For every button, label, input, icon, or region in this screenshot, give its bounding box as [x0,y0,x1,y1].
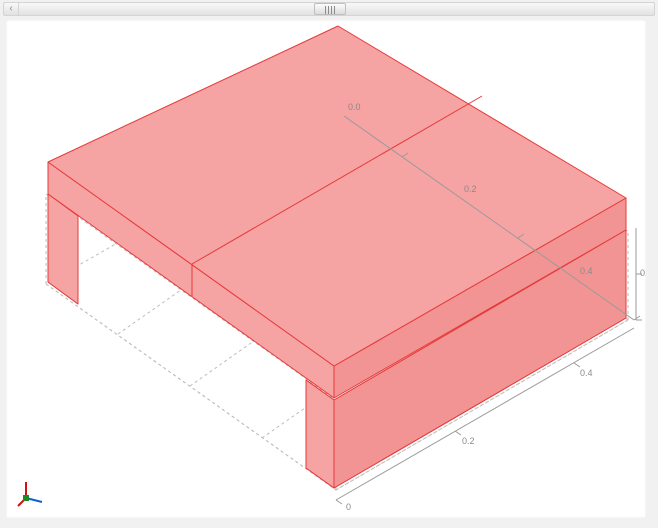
3d-viewport[interactable]: 0 0.2 0.4 0.0 0.0 0.2 0.4 0 0.2 [6,20,646,518]
scroll-left-button[interactable]: ‹ [4,3,19,15]
scroll-left-glyph: ‹ [9,3,12,14]
x-tick-2: 0.4 [580,368,593,378]
scroll-thumb[interactable] [314,3,346,15]
orientation-axes-icon [16,478,46,508]
scene-svg: 0 0.2 0.4 0.0 0.0 0.2 0.4 0 0.2 [6,20,646,518]
horizontal-scrollbar[interactable]: ‹ [3,2,655,16]
y-tick-1: 0.2 [464,184,477,194]
app-window: ‹ [0,0,658,528]
x-tick-1: 0.2 [462,436,475,446]
x-tick-0: 0 [346,502,351,512]
y-tick-0b: 0.0 [348,102,361,112]
z-tick-1: 0.2 [640,268,646,278]
y-tick-2: 0.4 [580,266,593,276]
thumb-grip-icon [325,6,337,14]
